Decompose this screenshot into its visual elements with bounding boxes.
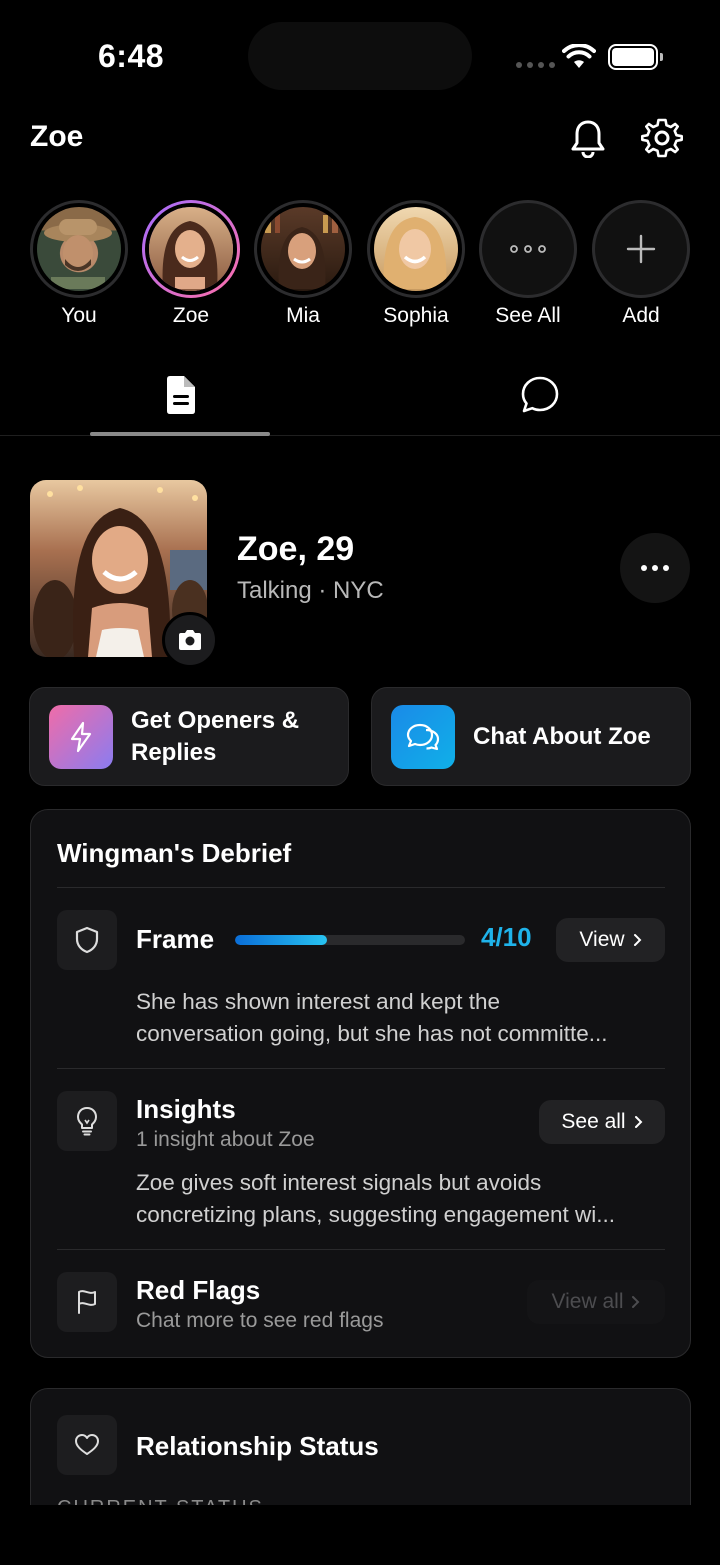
story-mia[interactable]: Mia xyxy=(253,200,353,328)
avatar xyxy=(149,207,233,291)
divider xyxy=(57,1249,665,1250)
add-contact-button[interactable]: Add xyxy=(591,200,691,328)
battery-icon xyxy=(608,44,663,70)
gear-icon xyxy=(641,118,683,158)
story-sophia[interactable]: Sophia xyxy=(366,200,466,328)
wifi-icon xyxy=(562,44,596,68)
dynamic-island xyxy=(248,22,472,90)
change-photo-button[interactable] xyxy=(162,612,218,668)
insights-subtitle: 1 insight about Zoe xyxy=(136,1128,315,1151)
document-icon xyxy=(167,376,195,414)
plus-icon xyxy=(626,234,656,264)
story-zoe[interactable]: Zoe xyxy=(141,200,241,328)
chevron-right-icon xyxy=(633,934,641,946)
settings-button[interactable] xyxy=(640,116,684,160)
frame-progress-bar xyxy=(235,935,465,945)
tab-profile[interactable] xyxy=(90,370,270,420)
profile-subtitle: Talking · NYC xyxy=(237,577,384,604)
chevron-right-icon xyxy=(632,1296,640,1308)
see-all-stories-button[interactable]: See All xyxy=(478,200,578,328)
contact-stories-row: You Zoe Mia Sophia See All Add xyxy=(0,200,720,340)
get-openers-label: Get Openers & xyxy=(131,706,300,734)
story-label: You xyxy=(61,304,97,327)
avatar xyxy=(261,207,345,291)
story-label: Mia xyxy=(286,304,320,327)
chat-about-label: Chat About Zoe xyxy=(473,722,651,750)
insights-see-all-label: See all xyxy=(561,1110,626,1133)
insights-see-all-button[interactable]: See all xyxy=(539,1100,665,1144)
red-flags-view-all-label: View all xyxy=(551,1290,624,1313)
notifications-button[interactable] xyxy=(566,116,610,160)
active-tab-indicator xyxy=(90,432,270,436)
flag-icon xyxy=(57,1272,117,1332)
story-label: Sophia xyxy=(383,304,449,327)
get-openers-button[interactable]: Get Openers & Replies xyxy=(29,687,349,786)
red-flags-view-all-button[interactable]: View all xyxy=(527,1280,665,1324)
page-title: Zoe xyxy=(30,120,84,153)
divider xyxy=(57,1068,665,1069)
frame-title: Frame xyxy=(136,924,215,954)
chevron-right-icon xyxy=(634,1116,643,1128)
story-label: See All xyxy=(495,304,561,327)
camera-icon xyxy=(179,630,201,650)
chat-about-button[interactable]: Chat About Zoe xyxy=(371,687,691,786)
frame-summary: She has shown interest and kept the conv… xyxy=(136,989,608,1046)
bottom-safe-area xyxy=(0,1505,720,1565)
cellular-signal-icon xyxy=(516,62,555,68)
frame-score: 4/10 xyxy=(481,922,532,952)
frame-view-label: View xyxy=(579,928,625,951)
red-flags-title: Red Flags xyxy=(136,1275,261,1305)
get-openers-label: Replies xyxy=(131,738,217,766)
frame-view-button[interactable]: View xyxy=(556,918,665,962)
relationship-title: Relationship Status xyxy=(136,1431,379,1461)
view-tabs xyxy=(0,360,720,436)
debrief-card: Wingman's Debrief Frame 4/10 View She ha… xyxy=(30,809,691,1358)
insights-title: Insights xyxy=(136,1094,236,1124)
chat-bubbles-icon xyxy=(391,704,455,769)
debrief-title: Wingman's Debrief xyxy=(57,838,292,868)
bell-icon xyxy=(571,120,605,158)
status-bar: 6:48 xyxy=(0,0,720,110)
more-dots-icon xyxy=(510,245,546,253)
red-flags-subtitle: Chat more to see red flags xyxy=(136,1309,384,1332)
story-you[interactable]: You xyxy=(29,200,129,328)
chat-bubble-icon xyxy=(521,376,559,413)
bolt-icon xyxy=(49,704,113,769)
avatar xyxy=(37,207,121,291)
profile-name: Zoe, 29 xyxy=(237,530,355,568)
heart-icon xyxy=(57,1415,117,1475)
shield-icon xyxy=(57,910,117,970)
divider xyxy=(57,887,665,888)
avatar xyxy=(374,207,458,291)
insights-summary: Zoe gives soft interest signals but avoi… xyxy=(136,1170,616,1227)
story-label: Add xyxy=(622,304,660,327)
story-label: Zoe xyxy=(172,304,210,327)
tab-chat[interactable] xyxy=(450,370,630,420)
lightbulb-icon xyxy=(57,1091,117,1151)
status-time: 6:48 xyxy=(98,38,165,74)
more-dots-icon xyxy=(641,565,647,571)
profile-more-button[interactable] xyxy=(620,533,690,603)
